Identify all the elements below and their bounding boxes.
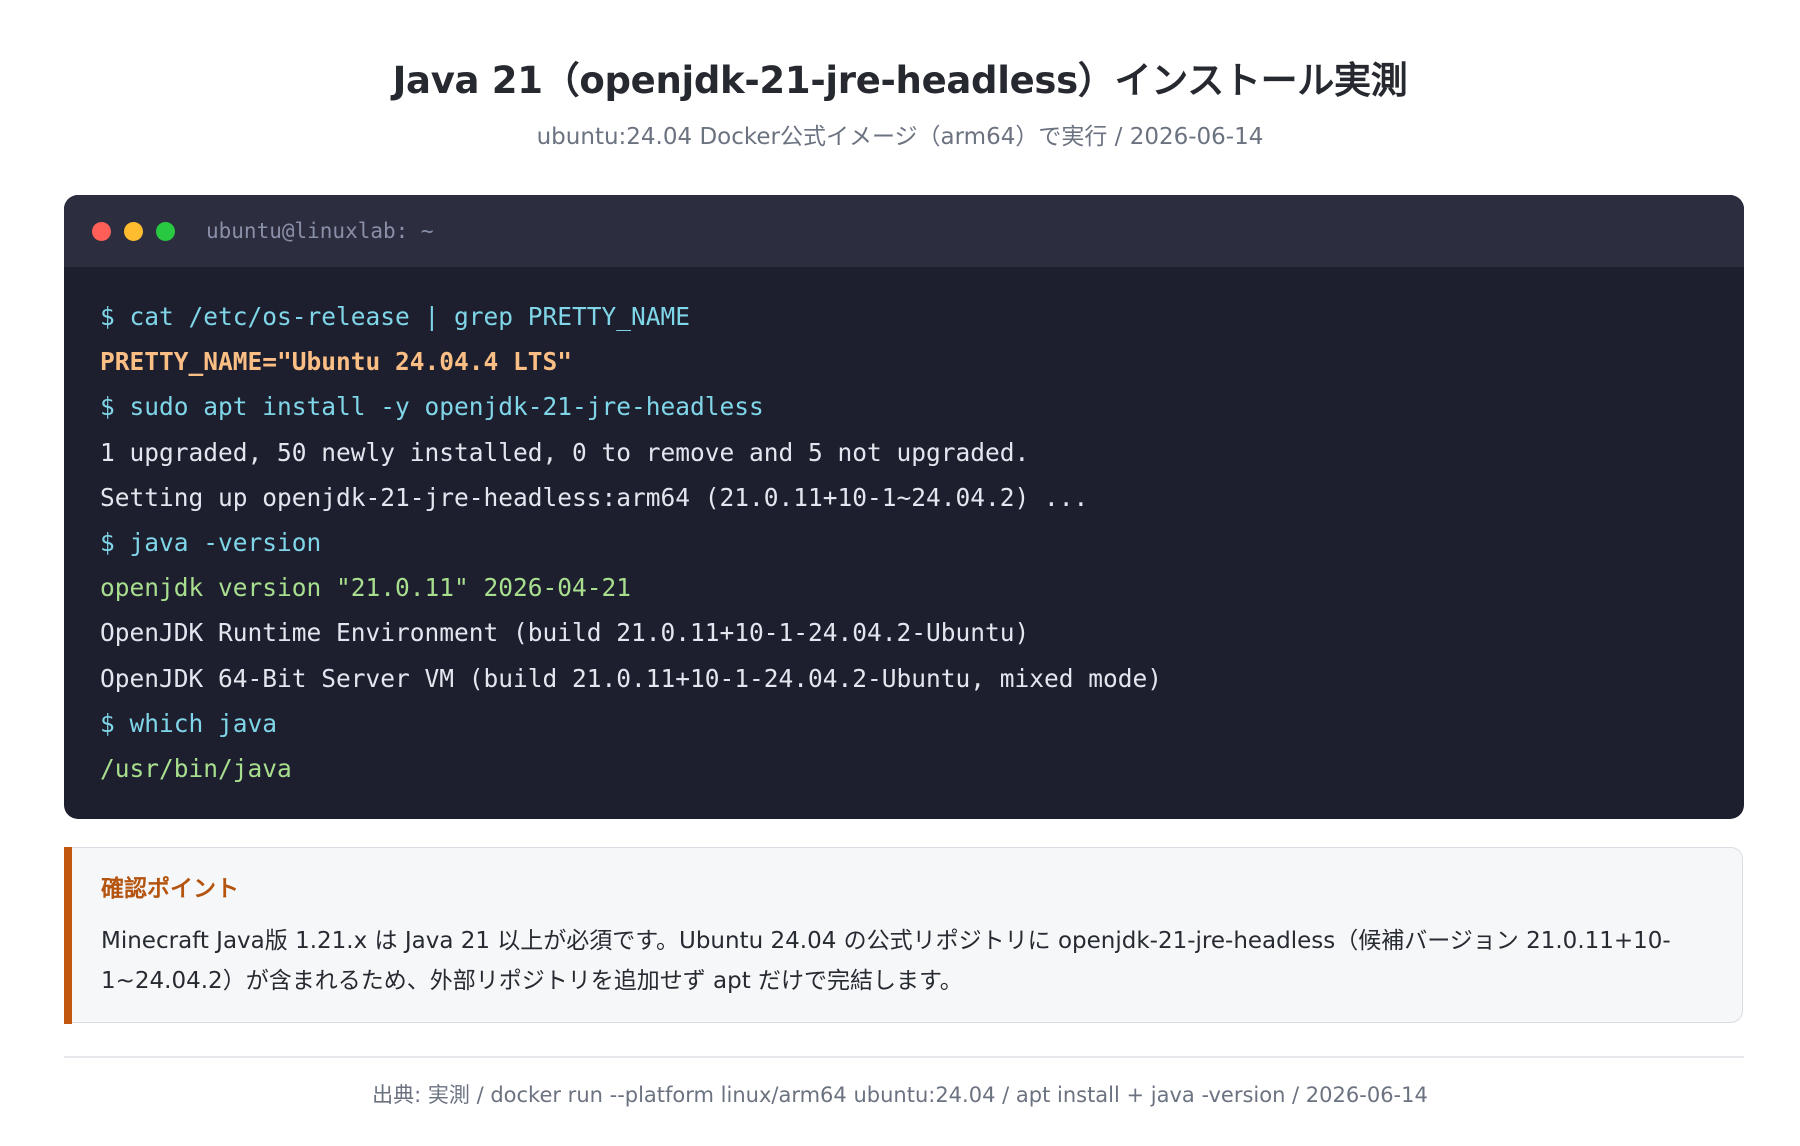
minimize-dot-icon[interactable] <box>124 221 143 241</box>
terminal-line: OpenJDK Runtime Environment (build 21.0.… <box>100 618 1030 648</box>
terminal-line: 1 upgraded, 50 newly installed, 0 to rem… <box>100 437 1030 467</box>
terminal-line: Setting up openjdk-21-jre-headless:arm64… <box>100 482 1089 512</box>
callout-accent-bar <box>64 846 72 1024</box>
page-subtitle: ubuntu:24.04 Docker公式イメージ（arm64）で実行 / 20… <box>536 124 1264 150</box>
close-dot-icon[interactable] <box>92 221 111 241</box>
terminal-line: $ sudo apt install -y openjdk-21-jre-hea… <box>100 392 764 422</box>
terminal-line: OpenJDK 64-Bit Server VM (build 21.0.11+… <box>100 663 1163 693</box>
callout-title: 確認ポイント <box>101 876 239 902</box>
terminal-output[interactable]: $ cat /etc/os-release | grep PRETTY_NAME… <box>64 267 1744 791</box>
page-title: Java 21（openjdk-21-jre-headless）インストール実測 <box>392 59 1408 102</box>
terminal-title-bar: ubuntu@linuxlab: ~ <box>64 195 1744 267</box>
terminal-line: openjdk version "21.0.11" 2026-04-21 <box>100 573 632 603</box>
source-footer: 出典: 実測 / docker run --platform linux/arm… <box>372 1083 1428 1107</box>
callout-text: Minecraft Java版 1.21.x は Java 21 以上が必須です… <box>101 928 1671 994</box>
page: Java 21（openjdk-21-jre-headless）インストール実測… <box>0 0 1800 1146</box>
terminal-line: $ cat /etc/os-release | grep PRETTY_NAME <box>100 302 691 331</box>
terminal-window: ubuntu@linuxlab: ~ $ cat /etc/os-release… <box>64 195 1744 819</box>
footer-divider <box>64 1056 1744 1058</box>
check-point-callout: 確認ポイント Minecraft Java版 1.21.x は Java 21 … <box>64 846 1743 1024</box>
terminal-title: ubuntu@linuxlab: ~ <box>206 219 434 243</box>
header: Java 21（openjdk-21-jre-headless）インストール実測… <box>0 0 1800 152</box>
terminal-line: PRETTY_NAME="Ubuntu 24.04.4 LTS" <box>100 347 573 377</box>
terminal-line: /usr/bin/java <box>100 754 292 784</box>
terminal-line: $ java -version <box>100 528 322 558</box>
maximize-dot-icon[interactable] <box>156 221 175 241</box>
terminal-line: $ which java <box>100 708 278 738</box>
